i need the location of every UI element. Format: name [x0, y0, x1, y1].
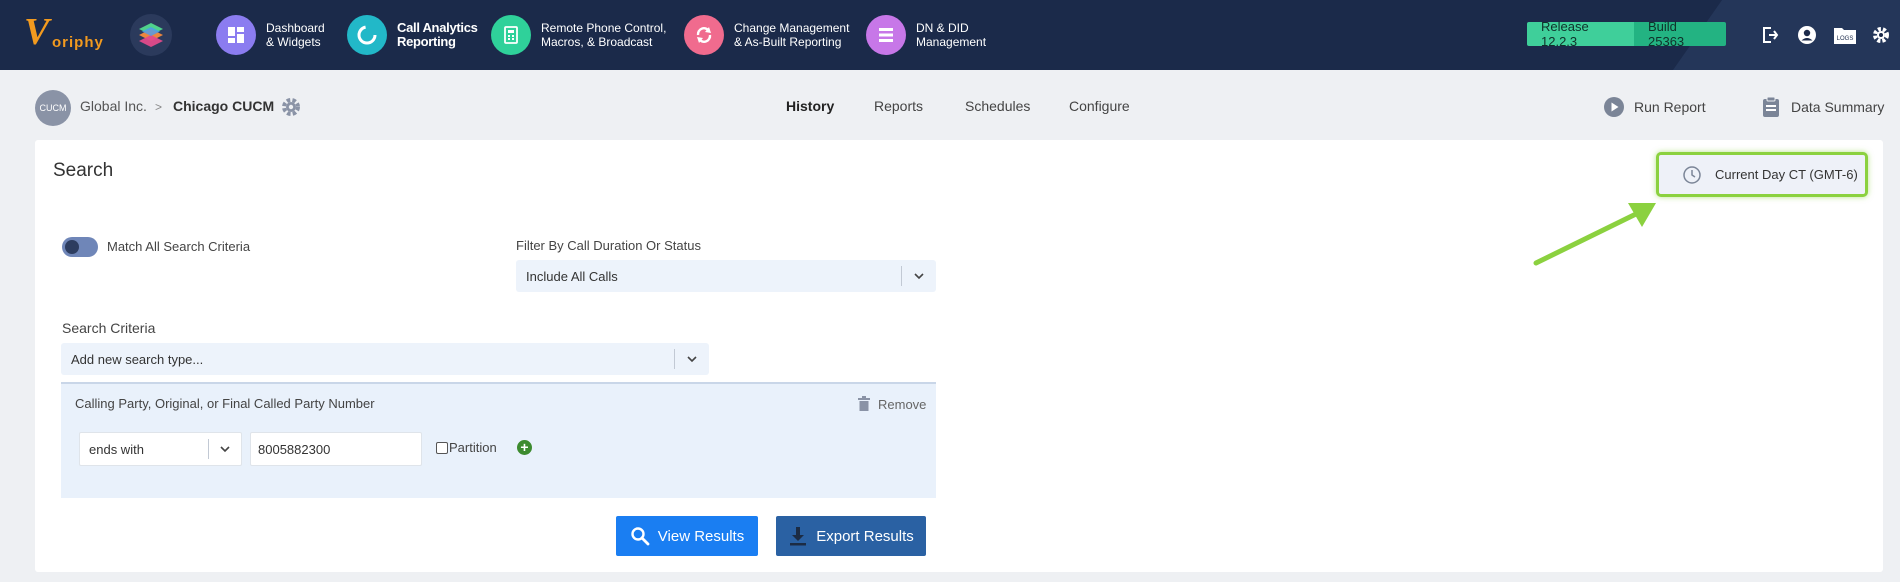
- timezone-label: Current Day CT (GMT-6): [1715, 167, 1858, 182]
- search-criteria-label: Search Criteria: [62, 320, 156, 336]
- data-summary-button[interactable]: Data Summary: [1759, 94, 1884, 120]
- nav-remote-phone-label: Remote Phone Control, Macros, & Broadcas…: [541, 21, 667, 49]
- view-results-button[interactable]: View Results: [616, 516, 758, 556]
- nav-change-management-label: Change Management & As-Built Reporting: [734, 21, 850, 49]
- tab-schedules[interactable]: Schedules: [965, 98, 1030, 114]
- build-badge: Build 25363: [1634, 19, 1726, 49]
- filter-select[interactable]: Include All Calls: [516, 260, 936, 292]
- highlight-arrow: [1533, 203, 1656, 266]
- run-report-button[interactable]: Run Report: [1602, 94, 1706, 120]
- logo-letter: V: [24, 11, 50, 53]
- remove-label: Remove: [878, 396, 927, 412]
- dashboard-icon: [216, 15, 256, 55]
- chevron-down-icon: [675, 343, 709, 375]
- logs-button[interactable]: LOGS: [1832, 22, 1858, 48]
- top-navigation-bar: V oriphy Dashboard & Widgets Call Analyt…: [0, 0, 1900, 70]
- clock-icon: [1681, 164, 1703, 186]
- logout-icon: [1763, 27, 1779, 43]
- logs-folder-icon: LOGS: [1834, 28, 1856, 44]
- add-search-type-select[interactable]: Add new search type...: [61, 343, 709, 375]
- logout-button[interactable]: [1757, 22, 1783, 48]
- call-analytics-icon: [347, 15, 387, 55]
- trash-icon: [858, 396, 872, 412]
- breadcrumb-current: Chicago CUCM: [173, 98, 275, 114]
- match-all-label: Match All Search Criteria: [107, 239, 251, 254]
- partition-label: Partition: [449, 440, 497, 455]
- tab-reports[interactable]: Reports: [874, 98, 923, 114]
- cluster-avatar: CUCM: [35, 90, 71, 126]
- add-search-type-placeholder: Add new search type...: [71, 351, 204, 367]
- gear-icon: [282, 98, 300, 116]
- timezone-button[interactable]: Current Day CT (GMT-6): [1656, 152, 1868, 197]
- remote-phone-icon: [491, 15, 531, 55]
- toggle-knob: [65, 240, 79, 254]
- cluster-settings-button[interactable]: [280, 96, 302, 118]
- nav-call-analytics-label: Call Analytics Reporting: [397, 20, 478, 49]
- view-results-label: View Results: [657, 527, 745, 545]
- nav-dashboard[interactable]: Dashboard & Widgets: [216, 14, 325, 56]
- chevron-down-icon: [902, 260, 936, 292]
- search-icon: [630, 526, 650, 546]
- gear-icon: [1873, 27, 1889, 43]
- export-results-button[interactable]: Export Results: [776, 516, 926, 556]
- operator-select[interactable]: ends with: [79, 432, 242, 466]
- download-icon: [788, 526, 808, 546]
- nav-dn-did-label: DN & DID Management: [916, 21, 987, 49]
- match-all-toggle[interactable]: [62, 237, 98, 257]
- settings-button[interactable]: [1868, 22, 1894, 48]
- add-criterion-button[interactable]: +: [517, 440, 532, 455]
- filter-label: Filter By Call Duration Or Status: [516, 238, 701, 253]
- nav-dashboard-label: Dashboard & Widgets: [266, 21, 325, 49]
- nav-change-management[interactable]: Change Management & As-Built Reporting: [684, 14, 849, 56]
- clipboard-icon: [1759, 95, 1783, 119]
- play-icon: [1602, 95, 1626, 119]
- operator-value: ends with: [89, 441, 144, 457]
- logo-wordmark: oriphy: [52, 34, 104, 51]
- layers-icon: [139, 23, 163, 47]
- criterion-title: Calling Party, Original, or Final Called…: [75, 396, 375, 411]
- app-logo[interactable]: V oriphy: [24, 11, 104, 56]
- data-summary-label: Data Summary: [1791, 99, 1885, 115]
- nav-dn-did[interactable]: DN & DID Management: [866, 14, 986, 56]
- number-input[interactable]: [250, 432, 422, 466]
- tab-history[interactable]: History: [786, 98, 834, 114]
- tab-configure[interactable]: Configure: [1069, 98, 1130, 114]
- filter-select-value: Include All Calls: [526, 268, 618, 284]
- svg-text:LOGS: LOGS: [1837, 36, 1854, 42]
- change-management-icon: [684, 15, 724, 55]
- user-icon: [1798, 26, 1816, 44]
- breadcrumb-separator: >: [155, 100, 163, 114]
- run-report-label: Run Report: [1634, 99, 1706, 115]
- breadcrumb-parent[interactable]: Global Inc.: [80, 98, 147, 114]
- release-badge: Release 12.2.3: [1527, 19, 1634, 49]
- chevron-down-icon: [209, 433, 241, 465]
- export-results-label: Export Results: [816, 527, 914, 545]
- search-title: Search: [53, 160, 114, 181]
- nav-remote-phone[interactable]: Remote Phone Control, Macros, & Broadcas…: [491, 14, 666, 56]
- app-switcher-button[interactable]: [130, 14, 172, 56]
- remove-criterion-button[interactable]: Remove: [858, 396, 926, 412]
- partition-checkbox[interactable]: [436, 442, 448, 454]
- nav-call-analytics[interactable]: Call Analytics Reporting: [347, 14, 478, 56]
- dn-did-icon: [866, 15, 906, 55]
- user-profile-button[interactable]: [1794, 22, 1820, 48]
